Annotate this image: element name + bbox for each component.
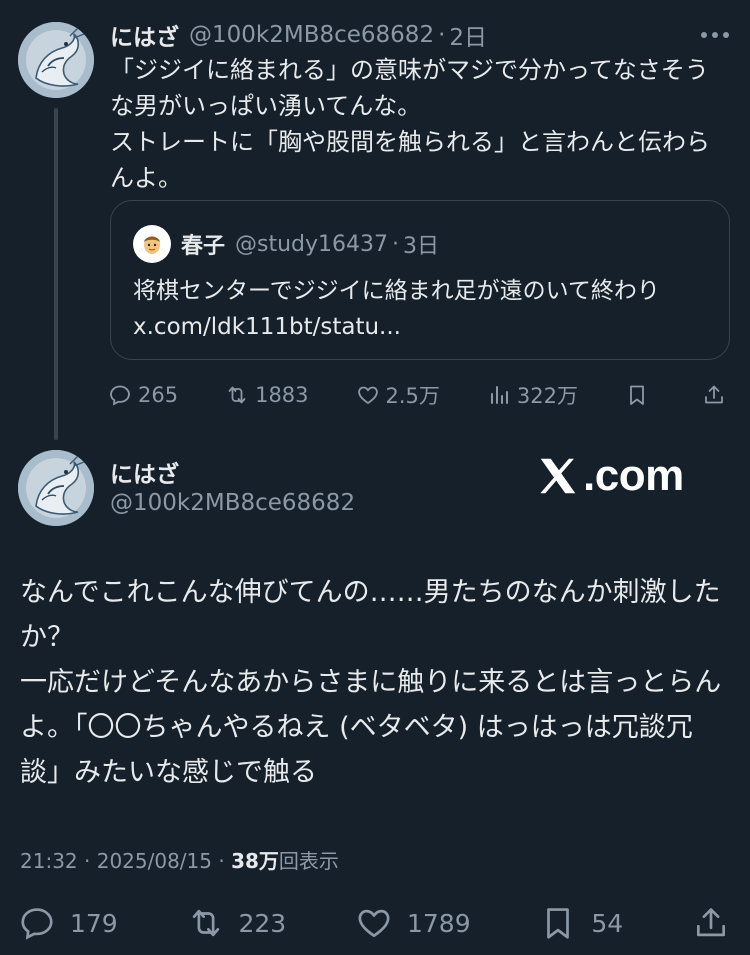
parent-tweet-actions: 265 1883 2.5万 322万 — [108, 378, 732, 412]
views-label: 回表示 — [278, 849, 339, 873]
reply-count: 179 — [70, 908, 118, 938]
quoted-tweet-text: 将棋センターでジジイに絡まれ足が遠のいて終わり x.com/ldk111bt/s… — [133, 273, 713, 345]
reply-button[interactable]: 179 — [18, 904, 118, 942]
share-icon — [696, 908, 726, 937]
bookmark-button[interactable]: 54 — [539, 904, 623, 942]
repost-icon — [228, 386, 246, 404]
quoted-tweet-card[interactable]: 春子 @study16437 · 3日 将棋センターでジジイに絡まれ足が遠のいて… — [110, 200, 730, 360]
quoted-author-handle: @study16437 — [235, 231, 389, 257]
repost-icon — [192, 909, 219, 937]
quoted-tweet-link[interactable]: x.com/ldk111bt/statu... — [133, 309, 713, 345]
reply-icon — [110, 385, 130, 406]
thread-connector-line — [54, 108, 58, 440]
share-icon — [705, 385, 723, 404]
parent-tweet-text: 「ジジイに絡まれる」の意味がマジで分かってなさそうな男がいっぱい湧いてんな。 ス… — [110, 56, 710, 192]
heart-icon — [358, 909, 390, 938]
bookmark-icon — [547, 908, 570, 939]
like-count: 2.5万 — [385, 384, 440, 408]
reply-count: 265 — [138, 383, 179, 407]
quoted-tweet-timestamp: 3日 — [403, 234, 440, 259]
separator-dot: · — [218, 849, 225, 873]
bar-chart-icon — [490, 386, 508, 404]
repost-count: 223 — [238, 908, 287, 938]
reply-icon — [21, 908, 53, 940]
share-button[interactable] — [702, 383, 732, 407]
more-options-button[interactable] — [690, 18, 730, 52]
heart-icon — [357, 386, 378, 404]
views-button[interactable]: 322万 — [487, 380, 578, 410]
quoted-tweet-body: 将棋センターでジジイに絡まれ足が遠のいて終わり — [133, 278, 660, 304]
author-name[interactable]: にはざ — [110, 18, 179, 52]
author-handle[interactable]: @100k2MB8ce68682 — [110, 490, 355, 516]
like-count: 1789 — [407, 908, 471, 938]
separator-dot: · — [84, 849, 91, 873]
tweet-date[interactable]: 2025/08/15 — [97, 849, 212, 873]
dragon-avatar[interactable] — [18, 22, 94, 98]
views-count: 38万 — [231, 849, 279, 873]
tweet-time[interactable]: 21:32 — [20, 849, 78, 873]
dragon-avatar[interactable] — [18, 450, 94, 526]
view-count: 322万 — [516, 384, 578, 408]
reply-button[interactable]: 265 — [108, 383, 178, 407]
separator-dot: · — [438, 22, 446, 48]
watermark-text: .com — [583, 451, 684, 500]
x-logo-icon — [540, 458, 576, 494]
face-emoji-icon — [144, 236, 160, 254]
bookmark-count: 54 — [591, 908, 624, 938]
repost-button[interactable]: 223 — [187, 904, 287, 942]
bookmark-icon — [630, 385, 644, 405]
quoted-tweet-header: 春子 @study16437 · 3日 — [133, 225, 439, 263]
quoted-author-name: 春子 — [181, 234, 226, 259]
x-com-watermark: .com — [535, 448, 684, 504]
separator-dot: · — [392, 231, 400, 257]
repost-count: 1883 — [255, 383, 309, 407]
ellipsis-icon — [701, 32, 729, 38]
repost-button[interactable]: 1883 — [225, 383, 309, 407]
main-tweet-actions: 179 223 1789 54 — [18, 900, 730, 946]
author-name[interactable]: にはざ — [110, 455, 179, 489]
like-button[interactable]: 1789 — [355, 904, 471, 942]
tweet-timestamp[interactable]: 2日 — [449, 18, 487, 52]
author-handle[interactable]: @100k2MB8ce68682 — [189, 22, 434, 48]
quoted-author-avatar — [133, 225, 171, 263]
tweet-meta-line: 21:32 · 2025/08/15 · 38万回表示 — [20, 845, 339, 874]
parent-tweet-header: にはざ @100k2MB8ce68682 · 2日 — [110, 18, 730, 52]
tweet-detail-page: にはざ @100k2MB8ce68682 · 2日 「ジジイに絡まれる」の意味が… — [0, 0, 750, 955]
main-tweet-text: なんでこれこんな伸びてんの……男たちのなんか刺激したか？ 一応だけどそんなあから… — [20, 577, 722, 788]
share-button[interactable] — [692, 904, 730, 942]
bookmark-button[interactable] — [625, 383, 655, 407]
like-button[interactable]: 2.5万 — [356, 380, 440, 410]
